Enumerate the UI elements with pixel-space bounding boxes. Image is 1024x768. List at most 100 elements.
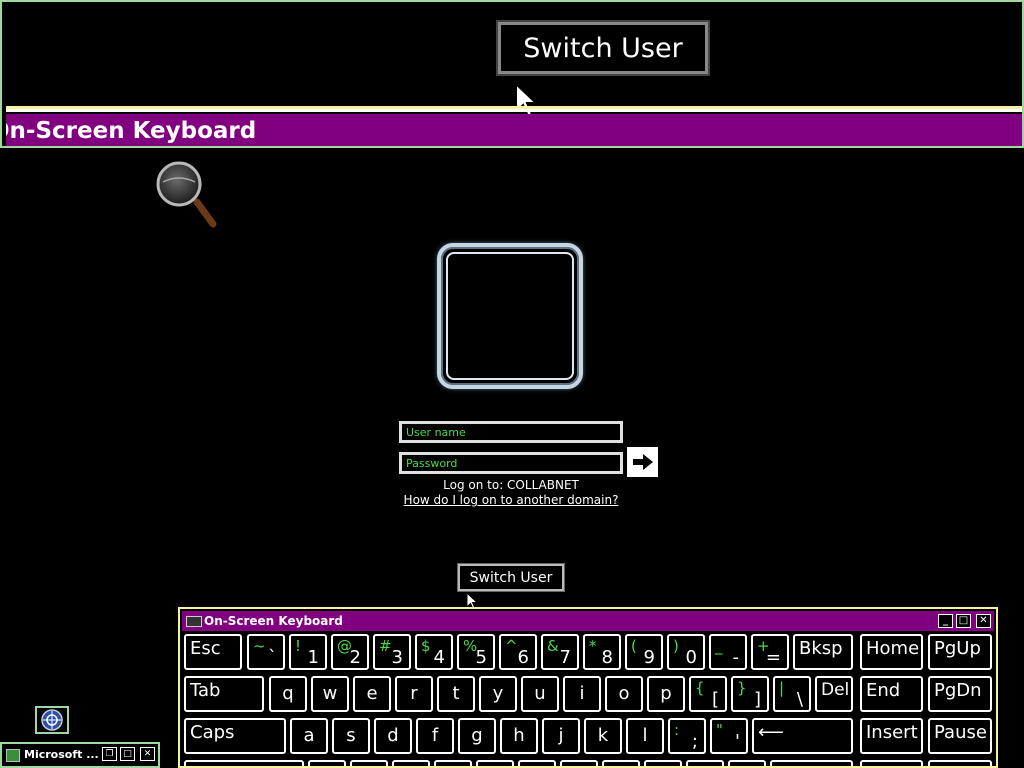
key-g[interactable]: g xyxy=(458,718,496,754)
password-input[interactable]: Password xyxy=(399,452,623,474)
key-shift-label: $ xyxy=(421,637,431,655)
restore-button[interactable]: ❐ xyxy=(102,747,117,761)
key-slash[interactable] xyxy=(686,760,724,766)
key-t[interactable]: t xyxy=(437,676,475,712)
key-pgdn[interactable]: PgDn xyxy=(928,676,992,712)
key-w[interactable]: w xyxy=(311,676,349,712)
key-pause[interactable]: Pause xyxy=(928,718,992,754)
enter-arrow-icon: ⟵ xyxy=(758,722,784,743)
key-h[interactable]: h xyxy=(500,718,538,754)
key-period[interactable] xyxy=(644,760,682,766)
key-up[interactable] xyxy=(728,760,766,766)
key-q[interactable]: q xyxy=(269,676,307,712)
key-semicolon[interactable]: :; xyxy=(668,718,706,754)
username-input[interactable]: User name xyxy=(399,421,623,443)
key-y[interactable]: y xyxy=(479,676,517,712)
key-5[interactable]: % 5 xyxy=(457,634,495,670)
key-label: = xyxy=(765,647,781,668)
key-label: End xyxy=(866,680,901,701)
key-z[interactable] xyxy=(308,760,346,766)
key-shift-right[interactable] xyxy=(770,760,853,766)
key-shift-left[interactable] xyxy=(184,760,304,766)
key-7[interactable]: & 7 xyxy=(541,634,579,670)
key-l[interactable]: l xyxy=(626,718,664,754)
taskbar-label: Microsoft ... xyxy=(24,748,99,761)
key-1[interactable]: ! 1 xyxy=(289,634,327,670)
key-home[interactable]: Home xyxy=(860,634,923,670)
key-right-bracket[interactable]: }] xyxy=(731,676,769,712)
key-label: g xyxy=(471,725,483,746)
key-i[interactable]: i xyxy=(563,676,601,712)
key-backspace[interactable]: Bksp xyxy=(793,634,853,670)
key-3[interactable]: #3 xyxy=(373,634,411,670)
key-left-bracket[interactable]: {[ xyxy=(689,676,727,712)
key-6[interactable]: ^ 6 xyxy=(499,634,537,670)
key-equals[interactable]: + = xyxy=(751,634,789,670)
key-o[interactable]: o xyxy=(605,676,643,712)
key-label: - xyxy=(732,647,740,668)
switch-user-button[interactable]: Switch User xyxy=(457,563,565,592)
another-domain-link[interactable]: How do I log on to another domain? xyxy=(390,493,632,507)
key-label: \ xyxy=(796,689,803,710)
key-label: Caps xyxy=(190,722,235,743)
key-m[interactable] xyxy=(560,760,598,766)
key-f[interactable]: f xyxy=(416,718,454,754)
user-picture xyxy=(446,252,574,380)
key-4[interactable]: $4 xyxy=(415,634,453,670)
key-u[interactable]: u xyxy=(521,676,559,712)
key-pgup[interactable]: PgUp xyxy=(928,634,992,670)
key-insert[interactable]: Insert xyxy=(860,718,923,754)
maximize-button[interactable]: □ xyxy=(956,614,971,628)
key-s[interactable]: s xyxy=(332,718,370,754)
key-label: ; xyxy=(691,731,698,752)
close-icon[interactable]: ✕ xyxy=(140,747,155,761)
key-label: 5 xyxy=(475,647,487,668)
key-p[interactable]: p xyxy=(647,676,685,712)
key-shift-label: ( xyxy=(631,637,637,655)
key-tab[interactable]: Tab xyxy=(184,676,264,712)
maximize-icon[interactable]: □ xyxy=(120,747,135,761)
key-shift-label: ~ xyxy=(253,637,266,655)
key-2[interactable]: @2 xyxy=(331,634,369,670)
submit-arrow-button[interactable] xyxy=(627,447,658,477)
key-b[interactable] xyxy=(476,760,514,766)
key-label: Insert xyxy=(866,722,918,743)
key-c[interactable] xyxy=(392,760,430,766)
key-delete[interactable]: Del xyxy=(815,676,853,712)
magnified-divider-light xyxy=(6,109,1022,112)
accessibility-tray-icon[interactable] xyxy=(35,706,69,734)
key-j[interactable]: j xyxy=(542,718,580,754)
key-n[interactable] xyxy=(518,760,556,766)
key-d[interactable]: d xyxy=(374,718,412,754)
key-8[interactable]: * 8 xyxy=(583,634,621,670)
key-r[interactable]: r xyxy=(395,676,433,712)
key-scrlk[interactable] xyxy=(928,760,992,766)
key-x[interactable] xyxy=(350,760,388,766)
magnifier-glass-icon[interactable] xyxy=(155,158,217,230)
osk-title-bar[interactable]: On-Screen Keyboard _ □ ✕ xyxy=(182,611,994,631)
key-quote[interactable]: " ' xyxy=(710,718,748,754)
key-comma[interactable] xyxy=(602,760,640,766)
key-caps[interactable]: Caps xyxy=(184,718,286,754)
key-enter[interactable]: ⟵ xyxy=(752,718,853,754)
key-minus[interactable]: _ - xyxy=(709,634,747,670)
key-0[interactable]: ) 0 xyxy=(667,634,705,670)
key-v[interactable] xyxy=(434,760,472,766)
key-esc[interactable]: Esc xyxy=(184,634,242,670)
key-a[interactable]: a xyxy=(290,718,328,754)
key-9[interactable]: (9 xyxy=(625,634,663,670)
key-label: Home xyxy=(866,638,920,659)
key-shift-label: ! xyxy=(295,637,302,655)
close-button[interactable]: ✕ xyxy=(976,614,991,628)
key-e[interactable]: e xyxy=(353,676,391,712)
key-backtick[interactable]: ~ ` xyxy=(247,634,285,670)
key-end[interactable]: End xyxy=(860,676,923,712)
key-backslash[interactable]: | \ xyxy=(773,676,811,712)
key-label: p xyxy=(660,683,672,704)
key-label: u xyxy=(534,683,546,704)
minimize-button[interactable]: _ xyxy=(938,614,953,628)
key-k[interactable]: k xyxy=(584,718,622,754)
taskbar-window-button[interactable]: Microsoft ... ❐ □ ✕ xyxy=(0,742,160,768)
key-prtscn[interactable] xyxy=(860,760,923,766)
magnified-switch-user-button: Switch User xyxy=(496,20,710,76)
